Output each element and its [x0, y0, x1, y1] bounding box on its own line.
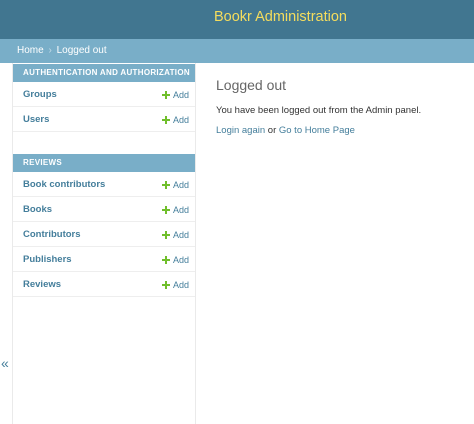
add-reviews-button[interactable]: Add: [161, 279, 189, 291]
add-label: Add: [172, 280, 189, 290]
admin-page: Bookr Administration Home › Logged out A…: [0, 0, 474, 424]
add-label: Add: [172, 180, 189, 190]
logout-message: You have been logged out from the Admin …: [216, 105, 422, 116]
add-label: Add: [172, 90, 189, 100]
model-row-books: Books Add: [13, 197, 195, 222]
breadcrumb: Home › Logged out: [0, 39, 474, 63]
breadcrumb-current: Logged out: [56, 45, 107, 56]
home-page-link[interactable]: Go to Home Page: [279, 125, 355, 136]
header: Bookr Administration: [0, 0, 474, 39]
module-caption[interactable]: REVIEWS: [13, 154, 195, 172]
login-again-link[interactable]: Login again: [216, 125, 265, 136]
model-link-contributors[interactable]: Contributors: [23, 229, 81, 241]
model-row-contributors: Contributors Add: [13, 222, 195, 247]
model-row-groups: Groups Add: [13, 82, 195, 107]
model-row-reviews: Reviews Add: [13, 272, 195, 297]
or-text: or: [267, 125, 277, 136]
model-link-books[interactable]: Books: [23, 204, 52, 216]
model-row-publishers: Publishers Add: [13, 247, 195, 272]
add-users-button[interactable]: Add: [161, 114, 189, 126]
add-publishers-button[interactable]: Add: [161, 254, 189, 266]
plus-icon: [161, 181, 170, 189]
breadcrumb-home-link[interactable]: Home: [17, 45, 44, 56]
toggle-sidebar-button[interactable]: «: [1, 355, 9, 371]
model-row-users: Users Add: [13, 107, 195, 132]
add-groups-button[interactable]: Add: [161, 89, 189, 101]
model-link-users[interactable]: Users: [23, 114, 49, 126]
plus-icon: [161, 91, 170, 99]
plus-icon: [161, 256, 170, 264]
model-link-book-contributors[interactable]: Book contributors: [23, 179, 105, 191]
add-books-button[interactable]: Add: [161, 204, 189, 216]
breadcrumb-separator: ›: [48, 45, 52, 56]
module-caption[interactable]: AUTHENTICATION AND AUTHORIZATION: [13, 64, 195, 82]
add-label: Add: [172, 115, 189, 125]
site-name[interactable]: Bookr Administration: [214, 8, 347, 26]
app-module-auth: AUTHENTICATION AND AUTHORIZATION Groups …: [13, 64, 195, 132]
add-label: Add: [172, 230, 189, 240]
model-link-reviews[interactable]: Reviews: [23, 279, 61, 291]
page-title: Logged out: [216, 77, 287, 93]
add-label: Add: [172, 255, 189, 265]
add-contributors-button[interactable]: Add: [161, 229, 189, 241]
plus-icon: [161, 231, 170, 239]
content-links: Login again or Go to Home Page: [216, 125, 355, 137]
plus-icon: [161, 281, 170, 289]
model-row-book-contributors: Book contributors Add: [13, 172, 195, 197]
app-module-reviews: REVIEWS Book contributors Add Books Add …: [13, 154, 195, 297]
add-book-contributors-button[interactable]: Add: [161, 179, 189, 191]
add-label: Add: [172, 205, 189, 215]
plus-icon: [161, 206, 170, 214]
model-link-groups[interactable]: Groups: [23, 89, 57, 101]
model-link-publishers[interactable]: Publishers: [23, 254, 72, 266]
plus-icon: [161, 116, 170, 124]
